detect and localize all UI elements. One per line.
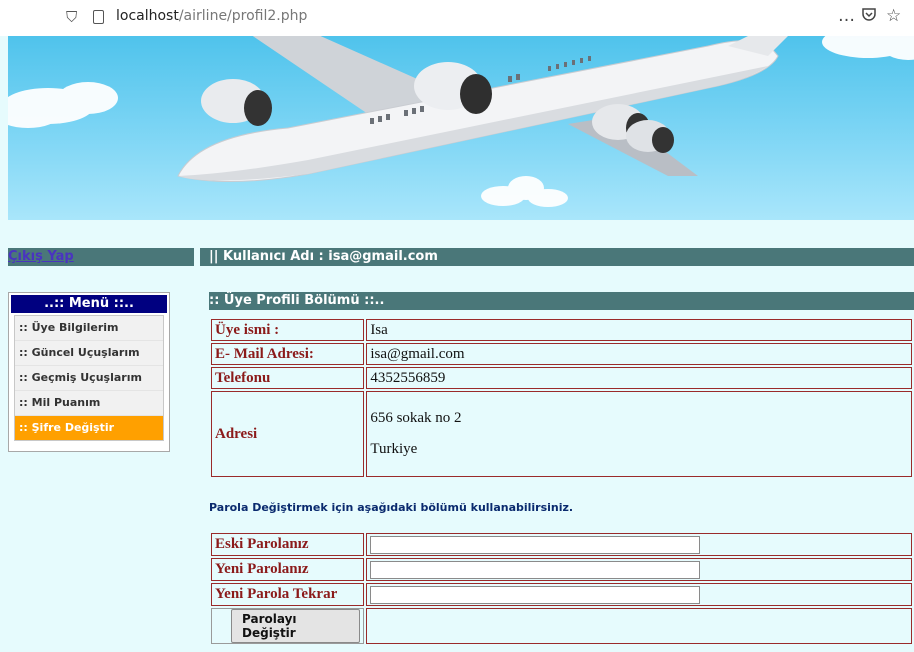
old-password-label: Eski Parolanız	[211, 533, 365, 556]
table-row: Üye ismi : Isa	[211, 319, 912, 341]
profile-section-title-text: :: Üye Profili Bölümü ::..	[209, 293, 385, 308]
menu-item-gecmis-ucuslarim[interactable]: :: Geçmiş Uçuşlarım	[15, 366, 163, 391]
member-name-value: Isa	[366, 319, 912, 341]
address-label: Adresi	[211, 391, 365, 477]
profile-section-title: :: Üye Profili Bölümü ::..	[209, 292, 914, 310]
new-password-label: Yeni Parolanız	[211, 558, 365, 581]
profile-table: Üye ismi : Isa E- Mail Adresi: isa@gmail…	[209, 317, 914, 479]
email-value: isa@gmail.com	[366, 343, 912, 365]
menu-item-guncel-ucuslarim[interactable]: :: Güncel Uçuşlarım	[15, 341, 163, 366]
logout-link[interactable]: Çıkış Yap	[8, 249, 74, 264]
shield-icon[interactable]: ⛉	[66, 8, 77, 26]
old-password-cell	[366, 533, 912, 556]
phone-value: 4352556859	[366, 367, 912, 389]
password-form-table: Eski Parolanız Yeni Parolanız Yeni Parol…	[209, 531, 914, 646]
table-row: Eski Parolanız	[211, 533, 912, 556]
side-menu: ..:: Menü ::.. :: Üye Bilgilerim :: Günc…	[8, 292, 170, 452]
menu-list: :: Üye Bilgilerim :: Güncel Uçuşlarım ::…	[14, 315, 164, 441]
repeat-password-label: Yeni Parola Tekrar	[211, 583, 365, 606]
new-password-input[interactable]	[370, 560, 701, 579]
table-row: Yeni Parola Tekrar	[211, 583, 912, 606]
menu-item-sifre-degistir[interactable]: :: Şifre Değiştir	[15, 416, 163, 440]
password-note: Parola Değiştirmek için aşağıdaki bölümü…	[209, 501, 574, 514]
old-password-input[interactable]	[370, 535, 701, 554]
table-row: Parolayı Değiştir	[211, 608, 912, 644]
repeat-password-input[interactable]	[370, 585, 701, 604]
repeat-password-cell	[366, 583, 912, 606]
member-name-label: Üye ismi :	[211, 319, 365, 341]
page-body: Çıkış Yap || Kullanıcı Adı : isa@gmail.c…	[0, 36, 914, 652]
address-line-2: Turkiye	[370, 441, 418, 457]
address-bar[interactable]: localhost/airline/profil2.php	[116, 8, 307, 24]
menu-title: ..:: Menü ::..	[11, 295, 167, 313]
email-label: E- Mail Adresi:	[211, 343, 365, 365]
address-value: 656 sokak no 2 Turkiye	[366, 391, 912, 477]
submit-cell: Parolayı Değiştir	[211, 608, 365, 644]
more-icon[interactable]: …	[838, 6, 855, 26]
page-icon	[93, 10, 104, 24]
url-path: /airline/profil2.php	[178, 8, 308, 24]
airplane-illustration	[8, 36, 914, 207]
empty-cell	[366, 608, 912, 644]
new-password-cell	[366, 558, 912, 581]
address-line-1: 656 sokak no 2	[370, 410, 462, 426]
table-row: Yeni Parolanız	[211, 558, 912, 581]
phone-label: Telefonu	[211, 367, 365, 389]
table-row: Adresi 656 sokak no 2 Turkiye	[211, 391, 912, 477]
bookmark-star-icon[interactable]: ☆	[886, 6, 901, 26]
airplane-banner	[8, 36, 914, 220]
menu-item-mil-puanim[interactable]: :: Mil Puanım	[15, 391, 163, 416]
menu-item-uye-bilgilerim[interactable]: :: Üye Bilgilerim	[15, 316, 163, 341]
table-row: Telefonu 4352556859	[211, 367, 912, 389]
username-label: || Kullanıcı Adı : isa@gmail.com	[209, 249, 438, 264]
browser-toolbar: ⛉ localhost/airline/profil2.php … ☆	[0, 0, 914, 36]
url-host: localhost	[116, 8, 179, 24]
pocket-icon[interactable]	[861, 6, 877, 27]
table-row: E- Mail Adresi: isa@gmail.com	[211, 343, 912, 365]
change-password-button[interactable]: Parolayı Değiştir	[231, 609, 361, 643]
